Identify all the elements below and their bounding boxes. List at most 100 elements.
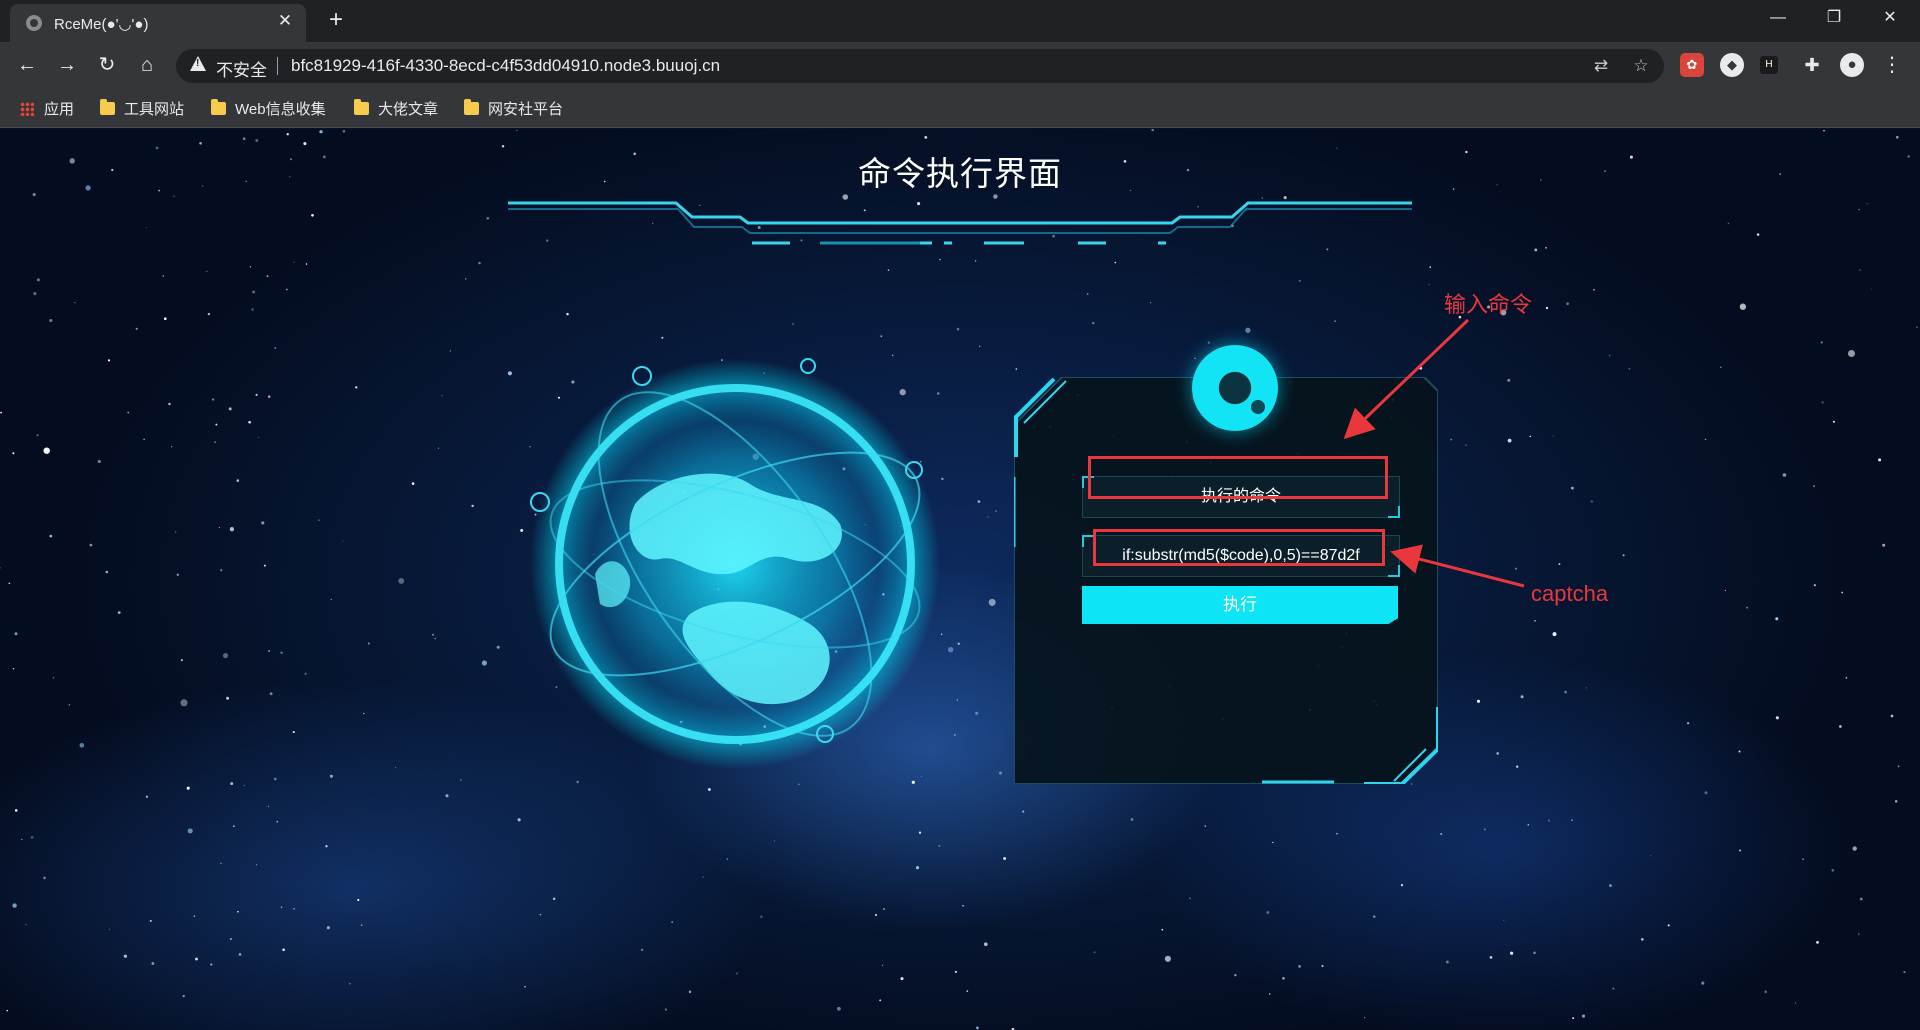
star [74,302,76,304]
url-text[interactable]: bfc81929-416f-4330-8ecd-c4f53dd04910.nod… [291,56,720,76]
star [175,531,177,533]
star [1701,981,1705,985]
new-tab-button[interactable]: + [322,6,350,34]
star [89,543,93,547]
star [255,139,259,142]
command-panel: 执行 [1014,345,1438,784]
star [21,838,23,841]
browser-tab[interactable]: RceMe(●'◡'●) ✕ [10,4,306,42]
star [496,645,500,649]
globe-graphic [530,358,940,769]
folder-icon [211,99,226,115]
star [249,266,252,268]
star [459,778,462,781]
star [267,805,269,807]
star [214,441,216,443]
bookmark-star-icon[interactable]: ☆ [1630,55,1652,77]
bookmark-folder-security[interactable]: 网安社平台 [464,98,563,118]
star [363,712,365,715]
star [956,699,958,701]
star [1585,687,1587,689]
star [1593,288,1595,291]
star [1527,823,1530,826]
star [1831,869,1835,872]
star [117,611,121,614]
star [1503,919,1505,921]
command-annotation-label: 输入命令 [1444,292,1533,317]
star [329,774,333,778]
address-bar[interactable]: 不安全 bfc81929-416f-4330-8ecd-c4f53dd04910… [176,49,1664,83]
star [1022,810,1025,813]
restore-button[interactable]: ❐ [1806,0,1862,36]
star [0,411,3,414]
star [256,864,257,866]
forward-button[interactable]: → [52,50,82,80]
star [14,809,18,812]
star [1566,302,1569,306]
star [1746,606,1749,609]
star [180,699,188,707]
star [237,910,239,913]
menu-icon[interactable]: ⋮ [1880,53,1904,77]
star [1298,279,1301,282]
star [688,990,692,994]
star [1516,765,1519,768]
star [1514,567,1517,570]
star [292,731,295,734]
star [1820,341,1823,344]
translate-icon[interactable]: ⇄ [1590,55,1612,77]
star [305,263,308,265]
star [507,371,512,376]
profile-icon[interactable]: ● [1840,53,1864,77]
execute-button[interactable]: 执行 [1082,586,1398,624]
close-tab-icon[interactable]: ✕ [274,10,296,32]
security-label[interactable]: 不安全 [216,56,267,81]
puzzle-icon[interactable]: ✚ [1800,53,1824,77]
star [255,393,258,396]
star [640,948,644,952]
star [1086,293,1089,295]
close-window-button[interactable]: ✕ [1862,0,1918,36]
star [286,288,288,291]
star [187,828,193,834]
star [1534,248,1538,252]
star [979,345,981,347]
tab-strip: RceMe(●'◡'●) ✕ + — ❐ ✕ [0,0,1920,42]
star [49,534,53,538]
back-button[interactable]: ← [12,50,42,80]
ext-dark-icon[interactable]: H [1760,56,1778,74]
star [268,650,271,652]
star [1859,269,1861,271]
bookmark-folder-web-info[interactable]: Web信息收集 [211,98,326,118]
star [566,312,569,316]
star [792,323,794,325]
warning-icon[interactable] [190,56,206,71]
star [215,423,218,426]
folder-icon [354,99,369,115]
home-button[interactable]: ⌂ [132,50,162,80]
star [1545,306,1549,310]
star [151,962,155,965]
star [325,845,328,848]
reload-button[interactable]: ↻ [92,50,122,80]
star [1870,288,1872,290]
star [211,398,215,401]
star [1608,354,1611,357]
star [1266,911,1270,914]
star [127,411,130,414]
star [1428,284,1430,286]
star [326,926,330,930]
star [1507,438,1512,443]
star [411,482,415,485]
star [1841,591,1844,594]
star [1440,833,1443,835]
bookmark-folder-tools[interactable]: 工具网站 [100,98,184,118]
star [1858,209,1860,211]
bookmark-folder-articles[interactable]: 大佬文章 [354,98,438,118]
minimize-button[interactable]: — [1750,0,1806,36]
star [661,336,664,339]
bookmark-apps[interactable]: 应用 [20,98,74,118]
star [1897,765,1900,768]
ext-red-icon[interactable]: ✿ [1680,53,1704,77]
ext-shield-icon[interactable]: ◆ [1720,53,1744,77]
